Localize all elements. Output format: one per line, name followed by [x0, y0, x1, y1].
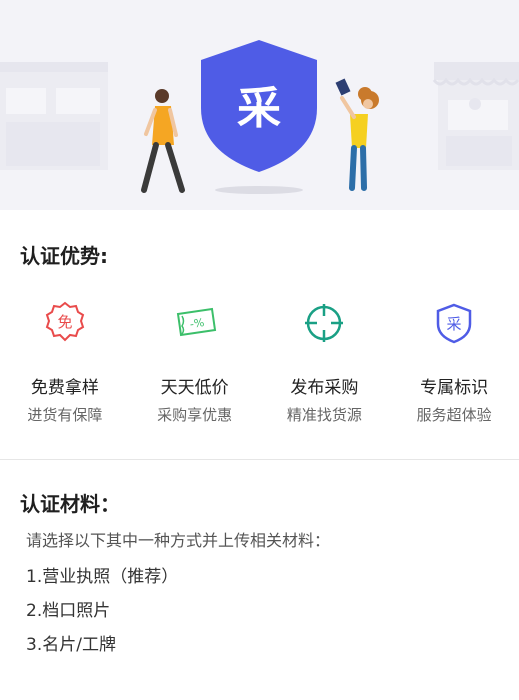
shield-badge-icon: 采: [436, 303, 472, 344]
feature-free-sample: 免 免费拿样 进货有保障: [0, 300, 130, 425]
materials-list: 1.营业执照（推荐） 2.档口照片 3.名片/工牌: [26, 560, 178, 662]
list-item: 2.档口照片: [26, 601, 111, 621]
materials-description: 请选择以下其中一种方式并上传相关材料：: [26, 531, 331, 550]
hero-banner: 采: [0, 0, 519, 210]
list-item: 1.营业执照（推荐）: [26, 567, 179, 587]
free-sample-badge-icon: 免: [45, 301, 85, 342]
woman-with-phone-illustration: [335, 78, 379, 191]
section-divider: [0, 459, 519, 460]
right-storefront-illustration: [432, 62, 519, 170]
crosshair-target-icon: [305, 304, 344, 342]
svg-text:免: 免: [57, 313, 72, 331]
feature-subtitle: 服务超体验: [416, 406, 492, 424]
feature-exclusive-badge: 采 专属标识 服务超体验: [389, 300, 519, 425]
advantages-list: 免 免费拿样 进货有保障 -% 天天低价 采购享优惠 发布采购 精准找货源 采 …: [0, 300, 519, 425]
left-storefront-illustration: [0, 62, 108, 170]
feature-subtitle: 精准找货源: [286, 406, 362, 424]
svg-text:采: 采: [447, 315, 462, 333]
materials-title: 认证材料：: [20, 492, 120, 516]
feature-title: 天天低价: [160, 378, 229, 398]
advantages-title: 认证优势:: [20, 244, 108, 268]
feature-publish-purchase: 发布采购 精准找货源: [260, 300, 390, 425]
walking-man-illustration: [141, 89, 185, 193]
hero-illustration: 采: [0, 40, 519, 194]
svg-text:-%: -%: [189, 316, 205, 331]
feature-title: 免费拿样: [30, 378, 99, 398]
svg-text:采: 采: [237, 83, 281, 134]
feature-title: 专属标识: [420, 378, 489, 398]
feature-daily-low-price: -% 天天低价 采购享优惠: [130, 300, 260, 425]
feature-subtitle: 采购享优惠: [157, 406, 233, 424]
feature-subtitle: 进货有保障: [27, 406, 103, 424]
feature-title: 发布采购: [290, 378, 359, 398]
shield-icon: 采: [201, 40, 317, 172]
discount-ticket-icon: -%: [176, 307, 216, 337]
list-item: 3.名片/工牌: [26, 635, 116, 655]
